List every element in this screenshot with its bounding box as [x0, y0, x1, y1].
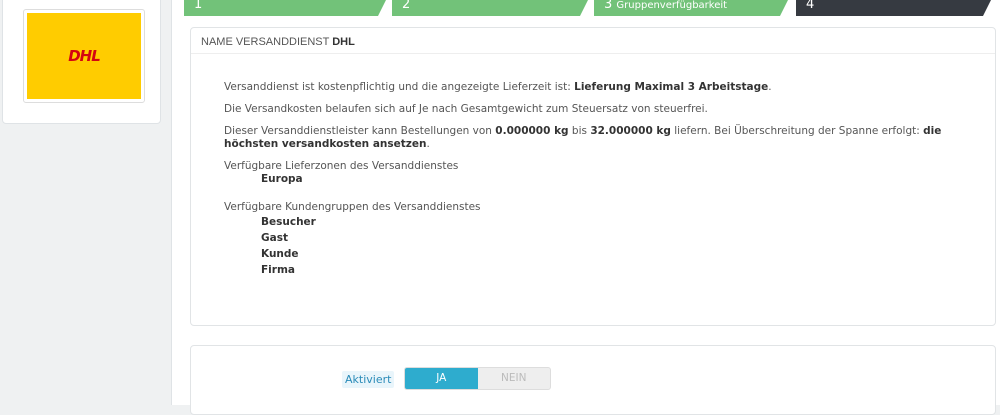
zone-item: Europa — [261, 173, 303, 185]
group-item: Kunde — [261, 248, 299, 260]
summary-panel: Name Versanddienst DHL Versanddienst ist… — [190, 27, 996, 326]
main-content: 1 2 3 Gruppenverfügbarkeit 4 Name Versan… — [171, 0, 1000, 415]
wizard-step-4[interactable]: 4 — [796, 0, 991, 16]
toggle-no-button[interactable]: NEIN — [478, 368, 551, 389]
shipping-cost-text: Die Versandkosten belaufen sich auf Je n… — [224, 103, 708, 115]
activated-label: Aktiviert — [342, 371, 395, 388]
wizard-step-1[interactable]: 1 — [184, 0, 386, 16]
wizard-steps: 1 2 3 Gruppenverfügbarkeit 4 — [184, 0, 994, 16]
toggle-yes-button[interactable]: JA — [405, 368, 478, 389]
dhl-logo: DHL — [27, 13, 141, 99]
weight-range-text: Dieser Versanddienstleister kann Bestell… — [224, 125, 942, 150]
zones-label: Verfügbare Lieferzonen des Versanddienst… — [224, 160, 459, 172]
group-item: Besucher — [261, 216, 316, 228]
group-item: Firma — [261, 264, 295, 276]
logo-card: DHL — [2, 0, 161, 124]
panel-heading: Name Versanddienst DHL — [191, 28, 995, 54]
activated-toggle[interactable]: JA NEIN — [404, 367, 551, 390]
wizard-step-3[interactable]: 3 Gruppenverfügbarkeit — [594, 0, 788, 16]
groups-label: Verfügbare Kundengruppen des Versanddien… — [224, 201, 481, 213]
wizard-step-2[interactable]: 2 — [392, 0, 588, 16]
delivery-time-text: Versanddienst ist kostenpflichtig und di… — [224, 81, 772, 93]
group-item: Gast — [261, 232, 288, 244]
carrier-logo-frame: DHL — [23, 9, 145, 103]
